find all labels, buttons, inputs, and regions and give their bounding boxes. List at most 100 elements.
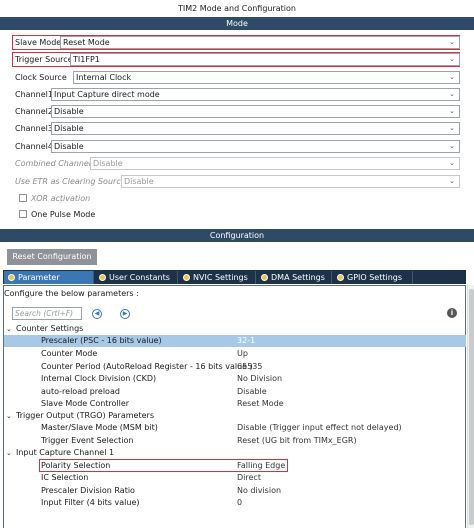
clock-source-row: Clock Source Internal Clock ⌄ — [15, 70, 460, 85]
param-row[interactable]: Internal Clock Division (CKD) No Division — [4, 373, 466, 385]
clock-source-label: Clock Source — [15, 73, 67, 82]
chevron-down-icon: ⌄ — [449, 177, 455, 185]
channel1-label: Channel1 — [15, 90, 53, 99]
channel2-row: Channel2 Disable ⌄ — [15, 104, 460, 119]
param-name: Trigger Event Selection — [41, 436, 134, 445]
window-title: TIM2 Mode and Configuration — [178, 4, 296, 13]
param-row[interactable]: Counter Mode Up — [4, 348, 466, 360]
reset-configuration-button[interactable]: Reset Configuration — [7, 249, 97, 265]
checkbox-box — [19, 194, 27, 202]
one-pulse-mode-label: One Pulse Mode — [31, 210, 96, 219]
triangle-down-icon: ⌄ — [6, 412, 12, 420]
one-pulse-mode-checkbox[interactable]: One Pulse Mode — [19, 208, 95, 221]
tab-gpio-settings[interactable]: GPIO Settings — [333, 271, 413, 284]
param-row[interactable]: Slave Mode Controller Reset Mode — [4, 398, 466, 410]
info-icon[interactable]: i — [447, 308, 457, 318]
param-value[interactable]: Reset (UG bit from TIMx_EGR) — [237, 435, 357, 447]
tab-user-constants[interactable]: User Constants — [95, 271, 178, 284]
chevron-down-icon: ⌄ — [449, 90, 455, 98]
param-name: IC Selection — [41, 473, 89, 482]
param-row[interactable]: IC Selection Direct — [4, 472, 466, 484]
param-value[interactable]: Disable (Trigger input effect not delaye… — [237, 422, 402, 434]
group-trgo-parameters[interactable]: ⌄ Trigger Output (TRGO) Parameters — [6, 410, 154, 422]
chevron-down-icon: ⌄ — [449, 142, 455, 150]
param-value[interactable]: Reset Mode — [237, 398, 284, 410]
param-value[interactable]: Disable — [237, 386, 267, 398]
tab-label: GPIO Settings — [347, 273, 403, 282]
etr-clearing-value: Disable — [124, 177, 154, 186]
scrollbar[interactable] — [467, 285, 474, 528]
channel3-row: Channel3 Disable ⌄ — [15, 121, 460, 136]
trigger-source-value: TI1FP1 — [73, 55, 100, 64]
search-prev-icon[interactable]: ◀ — [92, 309, 102, 319]
param-row[interactable]: auto-reload preload Disable — [4, 386, 466, 398]
combined-channels-value: Disable — [93, 159, 123, 168]
trigger-source-select[interactable]: TI1FP1 ⌄ — [70, 53, 460, 66]
etr-clearing-select[interactable]: Disable ⌄ — [121, 175, 460, 188]
tab-label: User Constants — [109, 273, 170, 282]
channel3-value: Disable — [54, 124, 84, 133]
channel2-select[interactable]: Disable ⌄ — [51, 105, 460, 118]
xor-activation-label: XOR activation — [31, 194, 91, 203]
param-name: auto-reload preload — [41, 387, 120, 396]
param-row[interactable]: Input Filter (4 bits value) 0 — [4, 497, 466, 509]
configuration-header: Configuration — [0, 229, 474, 242]
triangle-down-icon: ⌄ — [6, 449, 12, 457]
chevron-down-icon: ⌄ — [449, 107, 455, 115]
slave-mode-row: Slave Mode Reset Mode ⌄ — [12, 35, 460, 50]
trigger-source-row: Trigger Source TI1FP1 ⌄ — [12, 52, 460, 67]
chevron-down-icon: ⌄ — [449, 124, 455, 132]
channel1-select[interactable]: Input Capture direct mode ⌄ — [51, 88, 460, 101]
channel3-select[interactable]: Disable ⌄ — [51, 122, 460, 135]
channel1-row: Channel1 Input Capture direct mode ⌄ — [15, 87, 460, 102]
triangle-down-icon: ⌄ — [6, 325, 12, 333]
clock-source-select[interactable]: Internal Clock ⌄ — [73, 71, 460, 84]
combined-channels-label: Combined Channels — [15, 159, 96, 168]
slave-mode-label: Slave Mode — [15, 38, 62, 47]
slave-mode-select[interactable]: Reset Mode ⌄ — [60, 36, 460, 49]
channel3-label: Channel3 — [15, 124, 53, 133]
param-row[interactable]: Prescaler Division Ratio No division — [4, 485, 466, 497]
param-name: Prescaler (PSC - 16 bits value) — [41, 336, 162, 345]
param-value[interactable]: 0 — [237, 497, 242, 509]
group-counter-settings[interactable]: ⌄ Counter Settings — [6, 323, 83, 335]
group-input-capture-channel1[interactable]: ⌄ Input Capture Channel 1 — [6, 447, 114, 459]
green-dot-icon — [337, 274, 344, 281]
tab-nvic-settings[interactable]: NVIC Settings — [179, 271, 256, 284]
green-dot-icon — [261, 274, 268, 281]
channel4-row: Channel4 Disable ⌄ — [15, 139, 460, 154]
param-row[interactable]: Prescaler (PSC - 16 bits value) 32-1 — [4, 335, 466, 347]
scrollbar-thumb[interactable] — [469, 289, 474, 525]
combined-channels-row: Combined Channels Disable ⌄ — [15, 156, 460, 171]
etr-clearing-row: Use ETR as Clearing Source Disable ⌄ — [15, 174, 460, 189]
param-value[interactable]: Falling Edge — [237, 460, 285, 472]
param-row[interactable]: Polarity Selection Falling Edge — [4, 460, 466, 472]
param-value[interactable]: 32-1 — [237, 335, 255, 347]
channel4-select[interactable]: Disable ⌄ — [51, 140, 460, 153]
search-input[interactable]: Search (Crtl+F) — [12, 307, 82, 320]
param-name: Slave Mode Controller — [41, 399, 130, 408]
param-value[interactable]: Up — [237, 348, 248, 360]
clock-source-value: Internal Clock — [76, 73, 132, 82]
param-row[interactable]: Counter Period (AutoReload Register - 16… — [4, 361, 466, 373]
param-name: Input Filter (4 bits value) — [41, 498, 140, 507]
param-row[interactable]: Master/Slave Mode (MSM bit) Disable (Trig… — [4, 422, 466, 434]
tab-parameter-settings[interactable]: Parameter Settings — [4, 271, 94, 295]
param-value[interactable]: No division — [237, 485, 281, 497]
param-row[interactable]: Trigger Event Selection Reset (UG bit fro… — [4, 435, 466, 447]
mode-header: Mode — [0, 17, 474, 30]
param-value[interactable]: No Division — [237, 373, 282, 385]
trigger-source-label: Trigger Source — [15, 55, 73, 64]
param-name: Internal Clock Division (CKD) — [41, 374, 157, 383]
etr-clearing-label: Use ETR as Clearing Source — [15, 177, 126, 186]
channel4-value: Disable — [54, 142, 84, 151]
param-name: Prescaler Division Ratio — [41, 486, 135, 495]
param-name: Polarity Selection — [41, 461, 111, 470]
combined-channels-select[interactable]: Disable ⌄ — [90, 157, 460, 170]
param-value[interactable]: Direct — [237, 472, 261, 484]
xor-activation-checkbox[interactable]: XOR activation — [19, 192, 90, 205]
tab-dma-settings[interactable]: DMA Settings — [257, 271, 332, 284]
group-label: Counter Settings — [16, 324, 84, 333]
search-next-icon[interactable]: ▶ — [120, 309, 130, 319]
param-value[interactable]: 65535 — [237, 361, 262, 373]
